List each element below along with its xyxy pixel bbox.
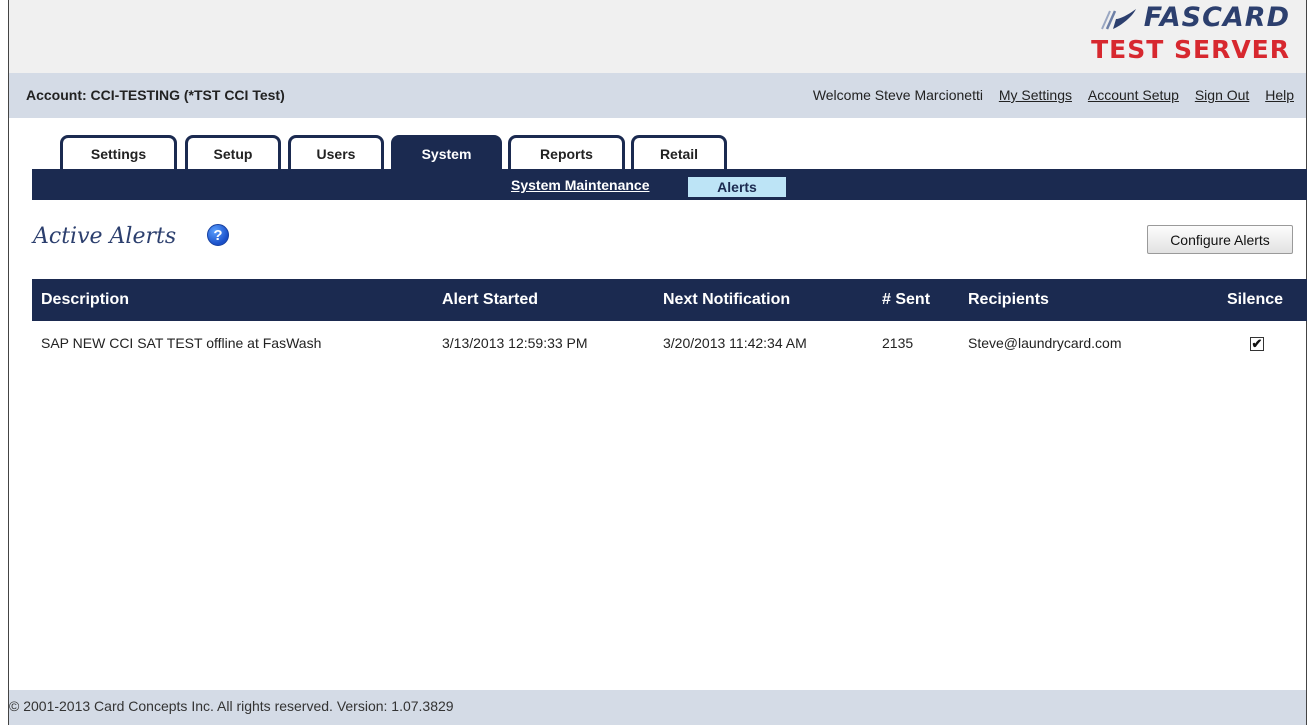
subnav-alerts[interactable]: Alerts — [688, 177, 786, 197]
tab-reports[interactable]: Reports — [508, 135, 625, 169]
tab-retail[interactable]: Retail — [631, 135, 727, 169]
configure-alerts-button[interactable]: Configure Alerts — [1147, 225, 1293, 254]
swoosh-icon — [1100, 8, 1136, 30]
cell-description: SAP NEW CCI SAT TEST offline at FasWash — [41, 335, 322, 351]
subnav-system-maintenance[interactable]: System Maintenance — [511, 177, 650, 193]
footer: © 2001-2013 Card Concepts Inc. All right… — [9, 690, 1306, 725]
tab-setup[interactable]: Setup — [185, 135, 281, 169]
header-next-notification: Next Notification — [663, 291, 791, 308]
header-links: Welcome Steve Marcionetti My Settings Ac… — [801, 87, 1294, 103]
page-title: Active Alerts — [33, 224, 177, 249]
app-frame: FASCARD TEST SERVER Account: CCI-TESTING… — [8, 0, 1307, 725]
cell-next-notification: 3/20/2013 11:42:34 AM — [663, 335, 807, 351]
cell-recipients: Steve@laundrycard.com — [968, 335, 1122, 351]
cell-sent: 2135 — [882, 335, 914, 351]
footer-copyright: © 2001-2013 Card Concepts Inc. All right… — [9, 698, 454, 714]
sign-out-link[interactable]: Sign Out — [1195, 87, 1249, 103]
sub-navigation: System Maintenance Alerts — [32, 169, 1307, 200]
help-icon[interactable]: ? — [207, 224, 229, 246]
top-banner: FASCARD TEST SERVER — [9, 0, 1306, 73]
header-description: Description — [41, 291, 130, 308]
welcome-text: Welcome Steve Marcionetti — [812, 87, 983, 103]
tab-users[interactable]: Users — [288, 135, 384, 169]
tab-system[interactable]: System — [391, 135, 502, 169]
cell-silence: ✔ — [1203, 321, 1307, 365]
header-recipients: Recipients — [968, 291, 1049, 308]
header-alert-started: Alert Started — [442, 291, 539, 308]
table-row: SAP NEW CCI SAT TEST offline at FasWash … — [32, 321, 1307, 365]
account-setup-link[interactable]: Account Setup — [1088, 87, 1179, 103]
tab-settings[interactable]: Settings — [60, 135, 177, 169]
header-silence: Silence — [1226, 291, 1284, 308]
brand-name: FASCARD — [1091, 2, 1290, 34]
cell-alert-started: 3/13/2013 12:59:33 PM — [442, 335, 588, 351]
header-sent: # Sent — [882, 291, 931, 308]
fascard-logo: FASCARD TEST SERVER — [1091, 2, 1290, 66]
account-label: Account: CCI-TESTING (*TST CCI Test) — [26, 87, 285, 103]
account-bar: Account: CCI-TESTING (*TST CCI Test) Wel… — [9, 73, 1306, 118]
help-link[interactable]: Help — [1265, 87, 1294, 103]
alerts-table: Description Alert Started Next Notificat… — [32, 279, 1307, 365]
my-settings-link[interactable]: My Settings — [999, 87, 1072, 103]
brand-text: FASCARD — [1143, 2, 1290, 33]
test-server-label: TEST SERVER — [1091, 35, 1290, 64]
table-header-row: Description Alert Started Next Notificat… — [32, 279, 1307, 321]
silence-checkbox[interactable]: ✔ — [1250, 337, 1264, 352]
